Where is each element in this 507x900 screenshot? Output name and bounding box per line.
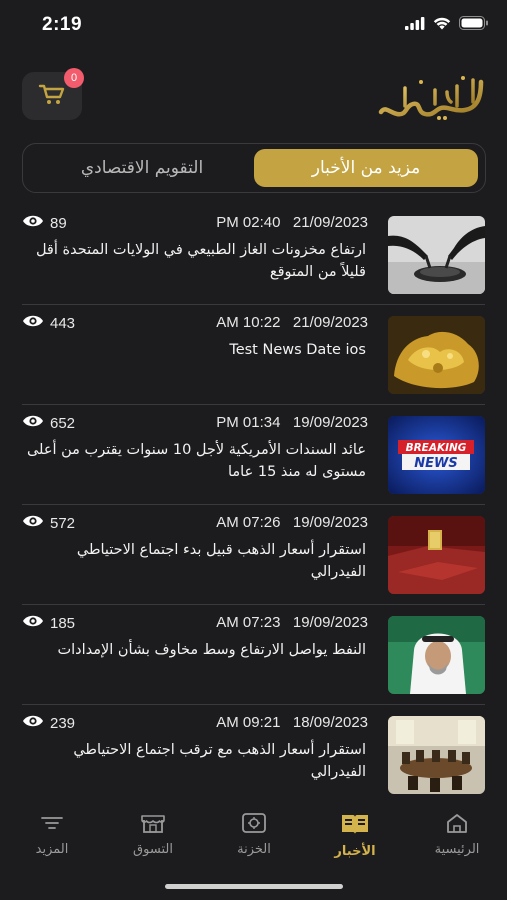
nav-home-label: الرئيسية <box>434 842 480 857</box>
news-text: NEWS <box>414 456 457 471</box>
news-title: ارتفاع مخزونات الغاز الطبيعي في الولايات… <box>35 242 366 280</box>
wifi-icon <box>433 15 451 34</box>
cart-button[interactable]: 0 <box>22 68 84 120</box>
eye-icon <box>22 314 44 332</box>
news-thumbnail-oil <box>388 616 485 694</box>
views-count: 443 <box>22 314 75 332</box>
news-datetime: AM 10:22 21/09/2023 <box>216 314 368 331</box>
news-thumbnail-gas <box>388 216 485 294</box>
eye-icon <box>22 714 44 732</box>
eye-icon <box>22 414 44 432</box>
signal-icon <box>405 15 425 34</box>
views-value: 443 <box>50 314 76 332</box>
views-value: 652 <box>50 414 76 432</box>
status-bar: 2:19 <box>0 0 507 50</box>
views-value: 185 <box>50 614 76 632</box>
views-count: 89 <box>22 214 67 232</box>
nav-news[interactable]: الأخبار <box>310 812 400 859</box>
app-logo <box>377 72 487 124</box>
news-title: عائد السندات الأمريكية لأجل 10 سنوات يقت… <box>26 442 366 480</box>
vault-icon <box>241 812 267 838</box>
news-datetime: PM 01:34 19/09/2023 <box>216 414 368 431</box>
news-meta: 89 PM 02:40 21/09/2023 <box>22 214 368 234</box>
news-thumbnail-gold-bars <box>388 516 485 594</box>
news-list: 89 PM 02:40 21/09/2023 ارتفاع مخزونات ال… <box>0 205 507 805</box>
news-book-icon <box>340 812 370 840</box>
tab-economic-calendar[interactable]: التقويم الاقتصادي <box>30 149 254 187</box>
news-meta: 572 AM 07:26 19/09/2023 <box>22 514 368 534</box>
views-count: 652 <box>22 414 75 432</box>
news-thumbnail-gold-nugget <box>388 316 485 394</box>
news-item[interactable]: 572 AM 07:26 19/09/2023 استقرار أسعار ال… <box>0 505 507 605</box>
views-value: 572 <box>50 514 76 532</box>
home-indicator <box>165 884 343 889</box>
news-thumbnail-fed-meeting <box>388 716 485 794</box>
status-icons <box>405 15 489 34</box>
news-datetime: AM 07:26 19/09/2023 <box>216 514 368 531</box>
segmented-tabs: مزيد من الأخبار التقويم الاقتصادي <box>22 143 486 193</box>
news-item[interactable]: 185 AM 07:23 19/09/2023 النفط يواصل الار… <box>0 605 507 705</box>
eye-icon <box>22 214 44 232</box>
nav-news-label: الأخبار <box>334 844 376 859</box>
news-thumbnail-breaking-news: BREAKING NEWS <box>388 416 485 494</box>
news-datetime: AM 09:21 18/09/2023 <box>216 714 368 731</box>
news-datetime: PM 02:40 21/09/2023 <box>216 214 368 231</box>
news-item[interactable]: 89 PM 02:40 21/09/2023 ارتفاع مخزونات ال… <box>0 205 507 305</box>
news-meta: 185 AM 07:23 19/09/2023 <box>22 614 368 634</box>
news-title: Test News Date ios <box>229 342 366 358</box>
news-item[interactable]: 239 AM 09:21 18/09/2023 استقرار أسعار ال… <box>0 705 507 805</box>
views-value: 239 <box>50 714 76 732</box>
news-item[interactable]: 443 AM 10:22 21/09/2023 Test News Date i… <box>0 305 507 405</box>
news-title: استقرار أسعار الذهب مع ترقب اجتماع الاحت… <box>73 742 366 780</box>
nav-shopping-label: التسوق <box>133 842 173 857</box>
status-time: 2:19 <box>42 14 83 35</box>
menu-lines-icon <box>39 812 65 838</box>
tab-more-news[interactable]: مزيد من الأخبار <box>254 149 478 187</box>
views-value: 89 <box>50 214 67 232</box>
eye-icon <box>22 514 44 532</box>
news-item[interactable]: BREAKING NEWS 652 PM 01:34 19/09/2023 عا… <box>0 405 507 505</box>
news-meta: 239 AM 09:21 18/09/2023 <box>22 714 368 734</box>
news-title: استقرار أسعار الذهب قبيل بدء اجتماع الاح… <box>76 542 366 580</box>
cart-badge: 0 <box>64 68 84 88</box>
home-icon <box>444 812 470 838</box>
battery-icon <box>459 15 489 34</box>
views-count: 185 <box>22 614 75 632</box>
nav-vault-label: الخزنة <box>237 842 271 857</box>
news-meta: 652 PM 01:34 19/09/2023 <box>22 414 368 434</box>
news-meta: 443 AM 10:22 21/09/2023 <box>22 314 368 334</box>
nav-home[interactable]: الرئيسية <box>412 812 502 857</box>
news-datetime: AM 07:23 19/09/2023 <box>216 614 368 631</box>
nav-vault[interactable]: الخزنة <box>209 812 299 857</box>
news-title: النفط يواصل الارتفاع وسط مخاوف بشأن الإم… <box>57 642 366 658</box>
cart-icon <box>38 81 66 111</box>
nav-more[interactable]: المزيد <box>7 812 97 857</box>
store-icon <box>140 812 166 838</box>
eye-icon <box>22 614 44 632</box>
nav-shopping[interactable]: التسوق <box>108 812 198 857</box>
views-count: 572 <box>22 514 75 532</box>
breaking-text: BREAKING <box>406 442 467 454</box>
views-count: 239 <box>22 714 75 732</box>
nav-more-label: المزيد <box>35 842 69 857</box>
